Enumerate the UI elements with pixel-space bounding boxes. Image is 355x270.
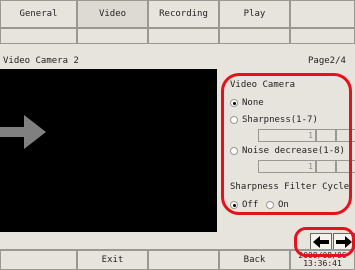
tab-video[interactable]: Video — [77, 0, 148, 28]
back-button[interactable]: Back — [219, 250, 290, 270]
tab-video-label: Video — [98, 9, 127, 19]
clock-time: 13:36:41 — [303, 259, 342, 268]
tab-recording[interactable]: Recording — [148, 0, 219, 28]
subtab-1 — [0, 28, 77, 44]
pointer-arrow-icon — [0, 115, 46, 149]
subtab-4 — [219, 28, 290, 44]
tab-empty — [290, 0, 355, 28]
bottom-cell-mid1 — [148, 250, 219, 270]
exit-label: Exit — [101, 255, 124, 265]
tab-recording-label: Recording — [159, 9, 208, 19]
back-label: Back — [243, 255, 266, 265]
settings-highlight-outline — [221, 73, 352, 215]
tab-general[interactable]: General — [0, 0, 77, 28]
subtab-5 — [290, 28, 355, 44]
subtab-3 — [148, 28, 219, 44]
camera-title: Video Camera 2 — [3, 56, 79, 66]
tab-play-label: Play — [243, 9, 266, 19]
bottom-cell-left — [0, 250, 77, 270]
nav-highlight-outline — [294, 227, 355, 257]
page-indicator: Page2/4 — [308, 56, 346, 66]
exit-button[interactable]: Exit — [77, 250, 148, 270]
tab-play[interactable]: Play — [219, 0, 290, 28]
subtab-2 — [77, 28, 148, 44]
tab-general-label: General — [19, 9, 58, 19]
